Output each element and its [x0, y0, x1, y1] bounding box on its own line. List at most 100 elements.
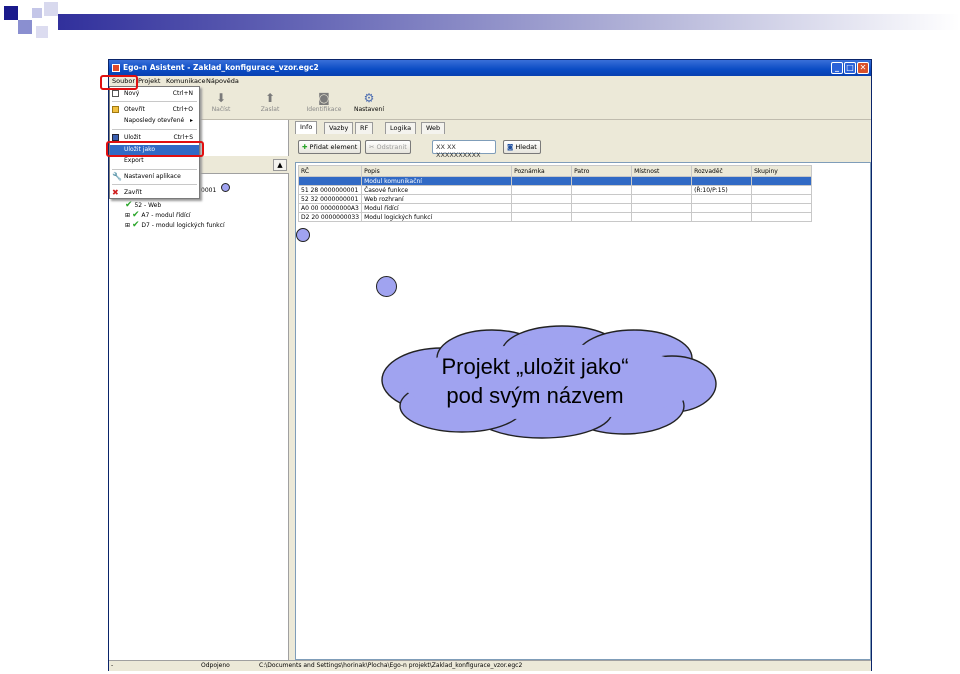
table-row[interactable]: D2 20 0000000033 Modul logických funkcí	[297, 212, 813, 222]
column-header[interactable]: RČ	[297, 165, 363, 177]
menu-item-close[interactable]: ✖ Zavřít	[110, 188, 199, 198]
close-window-icon[interactable]: ✕	[857, 62, 869, 74]
decor-square	[4, 6, 18, 20]
table-cell	[511, 203, 573, 213]
column-header[interactable]: Popis	[361, 165, 513, 177]
tree-root-label[interactable]: 0001	[201, 187, 216, 194]
menu-item-label: Otevřít	[124, 106, 145, 113]
menu-item-app-settings[interactable]: 🔧 Nastavení aplikace	[110, 172, 199, 182]
table-cell	[571, 185, 633, 195]
tree-item[interactable]: ⊞ ✔ A7 - modul řídící	[125, 210, 191, 220]
table-cell	[691, 203, 753, 213]
thought-bubble-dot	[221, 183, 230, 192]
plus-icon: ✚	[302, 143, 308, 151]
table-cell	[511, 194, 573, 204]
add-element-button[interactable]: ✚ Přidat element	[298, 140, 362, 154]
menu-item-open[interactable]: Otevřít Ctrl+O	[110, 105, 199, 115]
load-button[interactable]: ⬇ Načíst	[201, 90, 241, 118]
gear-icon: ⚙	[363, 91, 375, 105]
check-icon: ✔	[131, 210, 140, 220]
submenu-arrow-icon: ▸	[189, 117, 193, 124]
send-button[interactable]: ⬆ Zaslat	[250, 90, 290, 118]
search-button[interactable]: ◙ Hledat	[503, 140, 541, 154]
annotation-highlight-soubor	[100, 75, 138, 90]
tab-info[interactable]: Info	[295, 121, 318, 134]
menu-item-label: Export	[124, 157, 144, 164]
table-cell: Časové funkce	[361, 185, 513, 195]
table-cell	[571, 203, 633, 213]
table-cell	[511, 212, 573, 222]
menu-item-label: Zavřít	[124, 189, 142, 196]
minimize-icon[interactable]: _	[831, 62, 843, 74]
column-header[interactable]: Patro	[571, 165, 633, 177]
table-cell	[751, 203, 813, 213]
table-row[interactable]: 52 32 0000000001 Web rozhraní	[297, 194, 813, 204]
table-cell	[691, 194, 753, 204]
element-table: RČ Popis Poznámka Patro Místnost Rozvaděč Skup…	[297, 165, 813, 222]
table-cell	[511, 185, 573, 195]
table-cell	[631, 185, 693, 195]
check-icon: ✔	[125, 200, 133, 210]
table-cell	[751, 176, 813, 186]
table-cell	[571, 212, 633, 222]
arrow-down-icon: ⬇	[215, 91, 227, 105]
decor-square	[18, 20, 32, 34]
identify-button[interactable]: ◙ Identifikace	[302, 90, 346, 118]
table-row[interactable]: A0 00 00000000A3 Modul řídící	[297, 203, 813, 213]
thought-bubble-dot	[376, 276, 397, 297]
column-header[interactable]: Skupiny	[751, 165, 813, 177]
tab-vazby[interactable]: Vazby	[324, 122, 354, 134]
tab-web[interactable]: Web	[421, 122, 446, 134]
remove-button[interactable]: ✂ Odstranit	[365, 140, 411, 154]
table-row[interactable]: Modul komunikační	[297, 176, 813, 186]
menu-item-recent[interactable]: Naposledy otevřené ▸	[110, 116, 199, 126]
settings-button[interactable]: ⚙ Nastavení	[349, 90, 389, 118]
menu-shortcut: Ctrl+N	[172, 90, 193, 97]
table-cell: Modul logických funkcí	[361, 212, 513, 222]
tab-logika[interactable]: Logika	[385, 122, 417, 134]
menu-komunikace[interactable]: Komunikace	[166, 77, 206, 85]
status-connection: Odpojeno	[201, 662, 230, 669]
title-bar: Ego-n Asistent - Zaklad_konfigurace_vzor…	[109, 60, 871, 76]
column-header[interactable]: Poznámka	[511, 165, 573, 177]
check-icon: ✔	[131, 220, 140, 230]
window-title: Ego-n Asistent - Zaklad_konfigurace_vzor…	[123, 63, 319, 72]
arrow-up-icon: ⬆	[264, 91, 276, 105]
table-cell: D2 20 0000000033	[297, 212, 363, 222]
toolbar: ⬇ Načíst ⬆ Zaslat ◙ Identifikace ⚙ Nasta…	[109, 88, 871, 120]
menu-item-new[interactable]: Nový Ctrl+N	[110, 89, 199, 99]
table-row[interactable]: 51 28 0000000001 Časové funkce (Ř:10/P:15)	[297, 185, 813, 195]
collapse-up-icon[interactable]: ▲	[273, 159, 287, 171]
address-input[interactable]: XX XX XXXXXXXXXX	[432, 140, 496, 159]
thought-bubble-dot	[296, 228, 310, 242]
table-cell	[691, 212, 753, 222]
action-bar: ✚ Přidat element ✂ Odstranit XX XX XXXXX…	[295, 138, 865, 159]
cloud-callout-text: Projekt „uložit jako“ pod svým názvem	[441, 354, 629, 408]
decor-square	[36, 26, 48, 38]
identify-label: Identifikace	[306, 106, 342, 113]
table-cell	[571, 176, 633, 186]
slide-header-decoration	[0, 0, 960, 40]
maximize-icon[interactable]: □	[844, 62, 856, 74]
status-file-path: C:\Documents and Settings\horinak\Plocha…	[259, 662, 523, 669]
app-icon	[112, 64, 120, 72]
annotation-highlight-save-as	[106, 141, 204, 157]
wrench-icon: 🔧	[112, 172, 122, 181]
menu-item-label: Nový	[124, 90, 140, 97]
tree-item[interactable]: ⊞ ✔ D7 - modul logických funkcí	[125, 220, 225, 230]
table-cell	[631, 203, 693, 213]
table-cell	[511, 176, 573, 186]
column-header[interactable]: Rozvaděč	[691, 165, 753, 177]
menu-item-export[interactable]: Export	[110, 156, 199, 166]
table-cell	[751, 194, 813, 204]
menu-projekt[interactable]: Projekt	[138, 77, 160, 85]
detail-tabs: Info Vazby RF Logika Web	[295, 121, 495, 134]
load-label: Načíst	[211, 106, 231, 113]
tab-rf[interactable]: RF	[355, 122, 374, 134]
column-header[interactable]: Místnost	[631, 165, 693, 177]
tree-item[interactable]: ✔ 52 - Web	[125, 200, 161, 210]
menu-napoveda[interactable]: Nápověda	[206, 77, 239, 85]
add-element-label: Přidat element	[309, 143, 358, 151]
menu-item-label: Uložit	[124, 134, 141, 141]
scissors-icon: ✂	[369, 143, 375, 151]
